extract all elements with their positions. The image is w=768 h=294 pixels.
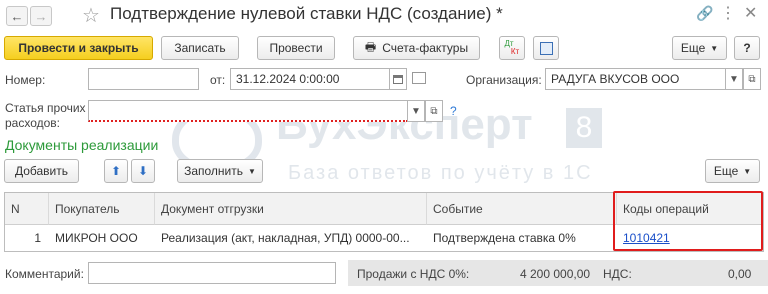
dt-kt-icon-kt: Кт (510, 47, 520, 56)
forward-button[interactable]: → (30, 6, 52, 26)
other-expenses-label-line2: расходов: (5, 116, 61, 130)
structure-icon (539, 41, 553, 55)
column-header-shipment-doc[interactable]: Документ отгрузки (155, 193, 427, 225)
open-icon: ⧉ (748, 73, 756, 85)
more-button-label: Еще (680, 41, 706, 55)
vat-label: НДС: (603, 267, 632, 281)
cell-event: Подтверждена ставка 0% (433, 231, 576, 245)
dropdown-arrow-icon: ▼ (729, 73, 739, 85)
date-field[interactable]: 31.12.2024 0:00:00 (230, 68, 390, 90)
other-expenses-label-line1: Статья прочих (5, 101, 86, 115)
dt-kt-button[interactable]: Дт Кт (499, 36, 525, 60)
section-title: Документы реализации (5, 137, 159, 153)
move-up-button[interactable]: ⬆ (104, 159, 128, 183)
table-more-label: Еще (713, 164, 739, 178)
post-and-close-button[interactable]: Провести и закрыть (4, 36, 153, 60)
column-header-event[interactable]: Событие (427, 193, 617, 225)
printer-icon: 🖶 (364, 39, 377, 54)
back-button[interactable]: ← (6, 6, 28, 26)
calendar-button[interactable] (389, 68, 407, 90)
arrow-right-icon: → (34, 8, 48, 24)
column-header-buyer[interactable]: Покупатель (49, 193, 155, 225)
link-icon[interactable]: 🔗 (696, 5, 713, 22)
document-icon[interactable] (412, 72, 426, 84)
date-label: от: (210, 73, 226, 87)
help-question-icon[interactable]: ? (450, 104, 457, 118)
cell-n: 1 (34, 231, 41, 245)
save-button[interactable]: Записать (161, 36, 239, 60)
dropdown-arrow-icon: ▼ (411, 105, 421, 117)
more-button[interactable]: Еще ▼ (672, 36, 727, 60)
organization-label: Организация: (466, 73, 542, 87)
number-field[interactable] (88, 68, 199, 90)
column-header-n[interactable]: N (5, 193, 49, 225)
comment-label: Комментарий: (5, 267, 84, 281)
sales-value: 4 200 000,00 (520, 267, 591, 281)
window-title: Подтверждение нулевой ставки НДС (создан… (110, 4, 503, 23)
cell-shipment-doc: Реализация (акт, накладная, УПД) 0000-00… (161, 231, 410, 245)
other-expenses-dropdown-button[interactable]: ▼ (407, 100, 425, 122)
arrow-left-icon: ← (10, 8, 24, 24)
calendar-icon (393, 74, 403, 84)
move-down-button[interactable]: ⬇ (131, 159, 155, 183)
watermark-slogan: База ответов по учёту в 1С (288, 162, 593, 184)
favorite-star-icon[interactable]: ☆ (82, 3, 100, 28)
sales-label: Продажи с НДС 0%: (357, 267, 470, 281)
other-expenses-open-button[interactable]: ⧉ (425, 100, 443, 122)
invoices-button-label: Счета-фактуры (382, 41, 469, 55)
invoices-button[interactable]: 🖶 Счета-фактуры (353, 36, 480, 60)
highlight-frame (613, 191, 763, 251)
organization-dropdown-button[interactable]: ▼ (725, 68, 743, 90)
open-icon: ⧉ (430, 105, 438, 117)
arrow-down-icon: ⬇ (137, 164, 149, 178)
dropdown-arrow-icon: ▼ (710, 43, 719, 53)
table-more-button[interactable]: Еще ▼ (705, 159, 760, 183)
organization-field[interactable]: РАДУГА ВКУСОВ ООО (545, 68, 726, 90)
post-button[interactable]: Провести (257, 36, 335, 60)
close-icon[interactable]: ✕ (744, 3, 757, 23)
menu-dots-icon[interactable]: ⋮ (720, 3, 736, 23)
organization-open-button[interactable]: ⧉ (743, 68, 761, 90)
comment-field[interactable] (88, 262, 336, 284)
watermark-badge: 8 (566, 108, 602, 148)
structure-button[interactable] (533, 36, 559, 60)
vat-value: 0,00 (728, 267, 752, 281)
dropdown-arrow-icon: ▼ (248, 166, 256, 176)
add-button[interactable]: Добавить (4, 159, 79, 183)
other-expenses-field[interactable] (88, 100, 408, 122)
cell-buyer: МИКРОН ООО (55, 231, 138, 245)
arrow-up-icon: ⬆ (110, 164, 122, 178)
fill-button-label: Заполнить (184, 164, 243, 178)
fill-button[interactable]: Заполнить ▼ (177, 159, 263, 183)
number-label: Номер: (5, 73, 46, 87)
help-button[interactable]: ? (734, 36, 760, 60)
dropdown-arrow-icon: ▼ (743, 166, 752, 176)
